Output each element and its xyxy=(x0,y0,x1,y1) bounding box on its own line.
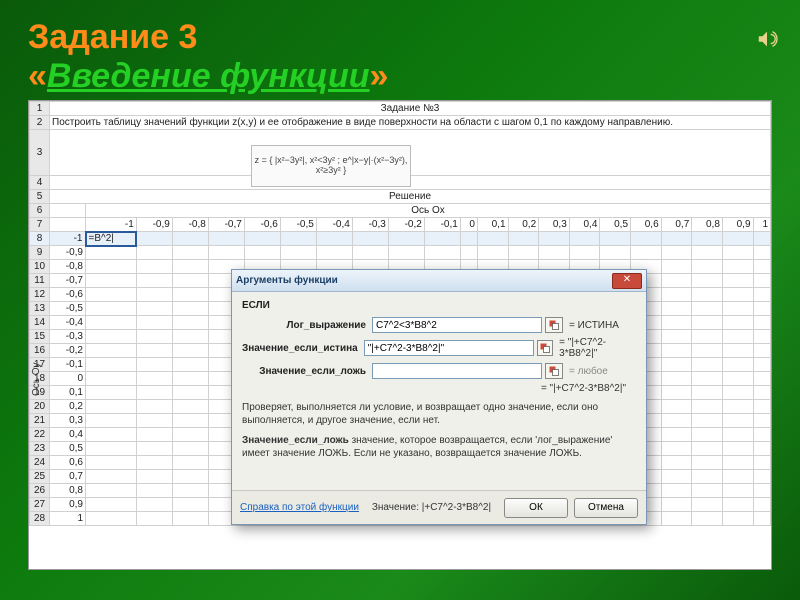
arg-label-iffalse: Значение_если_ложь xyxy=(242,366,372,377)
range-picker-icon[interactable] xyxy=(545,317,563,333)
overall-result: = "|+C7^2-3*B8^2|" xyxy=(242,383,626,394)
footer-value: Значение: |+C7^2-3*B8^2| xyxy=(372,502,491,513)
arg-result-iffalse: = любое xyxy=(569,366,608,377)
close-icon[interactable]: ✕ xyxy=(612,273,642,289)
ok-button[interactable]: ОК xyxy=(504,498,568,518)
dialog-titlebar[interactable]: Аргументы функции ✕ xyxy=(232,270,646,292)
arg-input-iffalse[interactable] xyxy=(372,363,542,379)
arg-result-logical: = ИСТИНА xyxy=(569,320,619,331)
arg-row-iffalse: Значение_если_ложь = любое xyxy=(242,363,636,379)
spreadsheet[interactable]: 1Задание №32Построить таблицу значений ф… xyxy=(28,100,772,570)
title-part-1: Задание 3 xyxy=(28,18,197,56)
function-name: ЕСЛИ xyxy=(242,300,636,311)
arg-row-iftrue: Значение_если_истина = "|+C7^2-3*B8^2|" xyxy=(242,337,636,359)
dialog-title: Аргументы функции xyxy=(236,275,338,286)
argument-description: Значение_если_ложь значение, которое воз… xyxy=(242,435,636,460)
function-description: Проверяет, выполняется ли условие, и воз… xyxy=(242,402,636,427)
function-arguments-dialog: Аргументы функции ✕ ЕСЛИ Лог_выражение =… xyxy=(231,269,647,525)
arg-label-iftrue: Значение_если_истина xyxy=(242,343,364,354)
arg-input-logical[interactable] xyxy=(372,317,542,333)
range-picker-icon[interactable] xyxy=(537,340,553,356)
slide-title: Задание 3 «Введение функции» xyxy=(28,18,772,96)
arg-result-iftrue: = "|+C7^2-3*B8^2|" xyxy=(559,337,636,359)
help-link[interactable]: Справка по этой функции xyxy=(240,502,359,513)
speaker-icon[interactable] xyxy=(756,28,778,55)
title-quote-close: » xyxy=(370,57,389,95)
arg-input-iftrue[interactable] xyxy=(364,340,534,356)
range-picker-icon[interactable] xyxy=(545,363,563,379)
axis-oy-label: Ось Оу xyxy=(31,363,42,397)
cancel-button[interactable]: Отмена xyxy=(574,498,638,518)
arg-row-logical: Лог_выражение = ИСТИНА xyxy=(242,317,636,333)
title-part-2: Введение функции xyxy=(47,57,370,95)
formula-image: z = { |x²−3y²|, x²<3y² ; e^|x−y|·(x²−3y²… xyxy=(251,145,411,187)
title-quote: « xyxy=(28,57,47,95)
arg-label-logical: Лог_выражение xyxy=(242,320,372,331)
